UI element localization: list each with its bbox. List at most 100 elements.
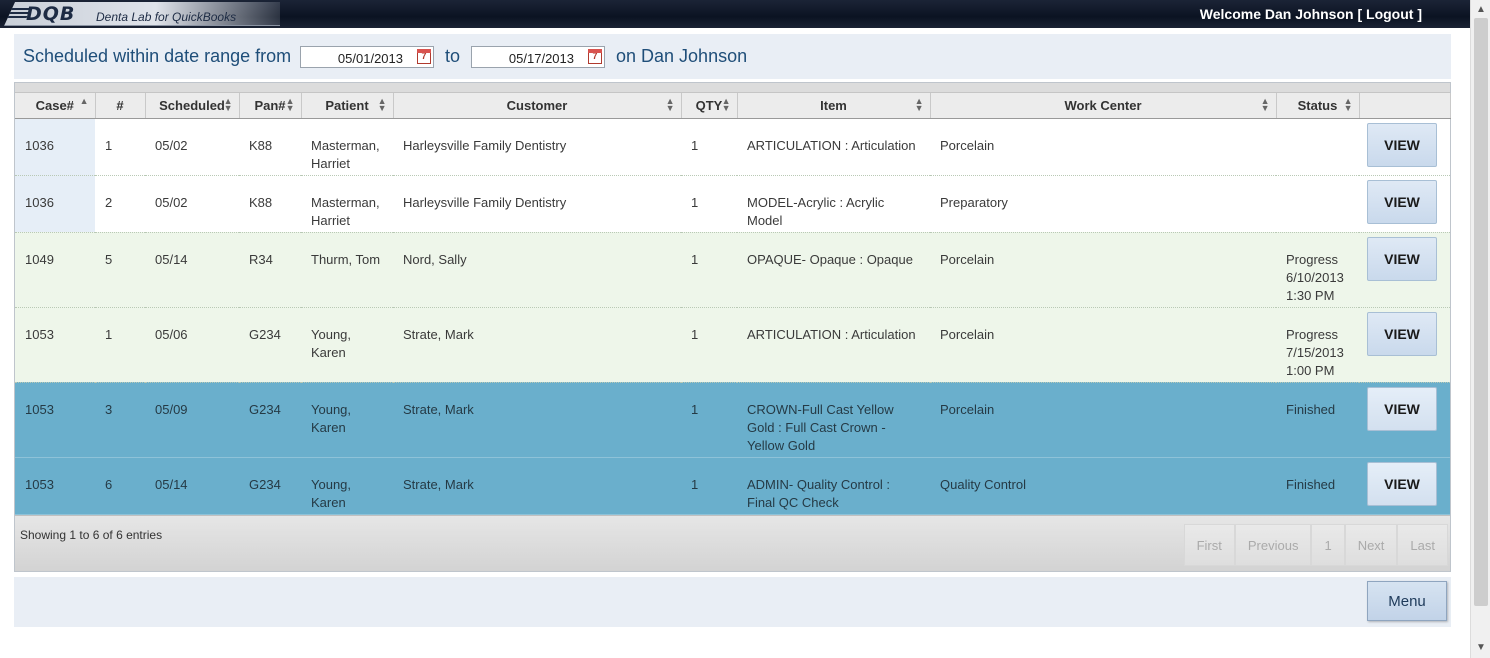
entries-info: Showing 1 to 6 of 6 entries: [20, 528, 163, 542]
cell-number: 3: [95, 382, 145, 458]
view-button[interactable]: VIEW: [1367, 386, 1437, 431]
col-case[interactable]: Case# ▲: [15, 93, 96, 119]
table-row: 1036 1 05/02 K88 Masterman, Harriet Harl…: [15, 118, 1450, 176]
cell-number: 6: [95, 457, 145, 515]
cell-qty: 1: [681, 232, 737, 308]
welcome-text: Welcome Dan Johnson: [1199, 6, 1354, 22]
cell-case: 1036: [15, 118, 95, 176]
cell-work-center: Preparatory: [930, 175, 1276, 233]
table-row: 1053 1 05/06 G234 Young, Karen Strate, M…: [15, 307, 1450, 383]
pager-previous[interactable]: Previous: [1234, 524, 1312, 566]
col-scheduled[interactable]: Scheduled ▲ ▼: [145, 93, 240, 119]
col-pan[interactable]: Pan# ▲ ▼: [239, 93, 302, 119]
cell-qty: 1: [681, 175, 737, 233]
to-date-input[interactable]: [471, 46, 605, 68]
cell-status: [1276, 118, 1359, 176]
view-button[interactable]: VIEW: [1367, 236, 1437, 281]
cell-qty: 1: [681, 457, 737, 515]
sort-icon: ▲ ▼: [377, 96, 387, 113]
top-bar: DQB Denta Lab for QuickBooks Welcome Dan…: [0, 0, 1470, 28]
schedule-grid: Case# ▲ # Scheduled ▲ ▼ Pan# ▲ ▼ Patient ▲ ▼ Cu…: [15, 93, 1451, 515]
view-button[interactable]: VIEW: [1367, 179, 1437, 224]
pager-page-1[interactable]: 1: [1311, 524, 1345, 566]
cell-patient: Young, Karen: [301, 307, 393, 383]
logout-link[interactable]: [ Logout ]: [1357, 6, 1422, 22]
cell-pan: R34: [239, 232, 301, 308]
col-work-center[interactable]: Work Center ▲ ▼: [930, 93, 1277, 119]
cell-action: VIEW: [1359, 382, 1450, 458]
cell-work-center: Porcelain: [930, 307, 1276, 383]
cell-case: 1036: [15, 175, 95, 233]
scroll-thumb[interactable]: [1474, 18, 1488, 606]
cell-number: 1: [95, 118, 145, 176]
table-row: 1036 2 05/02 K88 Masterman, Harriet Harl…: [15, 175, 1450, 233]
to-calendar-icon[interactable]: 7: [588, 49, 602, 64]
cell-item: ARTICULATION : Articulation: [737, 118, 930, 176]
filter-suffix: on Dan Johnson: [616, 46, 748, 66]
cell-case: 1053: [15, 307, 95, 383]
pager-next[interactable]: Next: [1344, 524, 1398, 566]
schedule-table: Case# ▲ # Scheduled ▲ ▼ Pan# ▲ ▼ Patient ▲ ▼ Cu…: [14, 82, 1451, 572]
sort-icon: ▲ ▼: [1343, 96, 1353, 113]
app-name: Denta Lab for QuickBooks: [96, 10, 237, 24]
cell-pan: G234: [239, 457, 301, 515]
cell-status: Finished: [1276, 457, 1359, 515]
pager-first[interactable]: First: [1183, 524, 1235, 566]
cell-case: 1053: [15, 382, 95, 458]
cell-patient: Masterman, Harriet: [301, 118, 393, 176]
date-range-filter: Scheduled within date range from 7 to 7 …: [14, 34, 1451, 79]
scroll-up-icon[interactable]: ▲: [1471, 2, 1490, 18]
table-row: 1053 3 05/09 G234 Young, Karen Strate, M…: [15, 382, 1450, 458]
cell-scheduled: 05/14: [145, 457, 239, 515]
cell-work-center: Quality Control: [930, 457, 1276, 515]
pager-last[interactable]: Last: [1397, 524, 1448, 566]
vertical-scrollbar[interactable]: ▲ ▼: [1470, 0, 1490, 658]
view-button[interactable]: VIEW: [1367, 461, 1437, 506]
sort-icon: ▲ ▼: [665, 96, 675, 113]
cell-pan: K88: [239, 175, 301, 233]
from-calendar-icon[interactable]: 7: [417, 49, 431, 64]
cell-action: VIEW: [1359, 457, 1450, 515]
from-date-input[interactable]: [300, 46, 434, 68]
cell-patient: Thurm, Tom: [301, 232, 393, 308]
cell-qty: 1: [681, 382, 737, 458]
col-qty[interactable]: QTY ▲ ▼: [681, 93, 738, 119]
table-row: 1049 5 05/14 R34 Thurm, Tom Nord, Sally …: [15, 232, 1450, 308]
logo-mark: DQB: [26, 3, 76, 25]
cell-number: 5: [95, 232, 145, 308]
cell-work-center: Porcelain: [930, 232, 1276, 308]
cell-status: Progress 6/10/2013 1:30 PM: [1276, 232, 1359, 308]
menu-button[interactable]: Menu: [1367, 581, 1447, 621]
sort-asc-icon: ▲: [79, 96, 89, 106]
cell-pan: G234: [239, 382, 301, 458]
view-button[interactable]: VIEW: [1367, 122, 1437, 167]
pagination: First Previous 1 Next Last: [1183, 524, 1448, 566]
table-footer: Showing 1 to 6 of 6 entries First Previo…: [15, 515, 1450, 571]
cell-customer: Nord, Sally: [393, 232, 681, 308]
col-status[interactable]: Status ▲ ▼: [1276, 93, 1360, 119]
sort-icon: ▲ ▼: [914, 96, 924, 113]
cell-patient: Masterman, Harriet: [301, 175, 393, 233]
cell-customer: Strate, Mark: [393, 382, 681, 458]
cell-item: MODEL-Acrylic : Acrylic Model: [737, 175, 930, 233]
header-row: Case# ▲ # Scheduled ▲ ▼ Pan# ▲ ▼ Patient ▲ ▼ Cu…: [15, 93, 1451, 119]
cell-customer: Harleysville Family Dentistry: [393, 175, 681, 233]
cell-scheduled: 05/14: [145, 232, 239, 308]
cell-scheduled: 05/02: [145, 175, 239, 233]
scroll-down-icon[interactable]: ▼: [1471, 640, 1490, 656]
col-number[interactable]: #: [95, 93, 146, 119]
cell-status: [1276, 175, 1359, 233]
sort-icon: ▲ ▼: [1260, 96, 1270, 113]
cell-status: Finished: [1276, 382, 1359, 458]
cell-status: Progress 7/15/2013 1:00 PM: [1276, 307, 1359, 383]
col-item[interactable]: Item ▲ ▼: [737, 93, 931, 119]
cell-number: 1: [95, 307, 145, 383]
cell-item: ARTICULATION : Articulation: [737, 307, 930, 383]
view-button[interactable]: VIEW: [1367, 311, 1437, 356]
col-customer[interactable]: Customer ▲ ▼: [393, 93, 682, 119]
cell-item: CROWN-Full Cast Yellow Gold : Full Cast …: [737, 382, 930, 458]
table-row: 1053 6 05/14 G234 Young, Karen Strate, M…: [15, 457, 1450, 515]
col-patient[interactable]: Patient ▲ ▼: [301, 93, 394, 119]
sort-icon: ▲ ▼: [721, 96, 731, 113]
cell-scheduled: 05/09: [145, 382, 239, 458]
